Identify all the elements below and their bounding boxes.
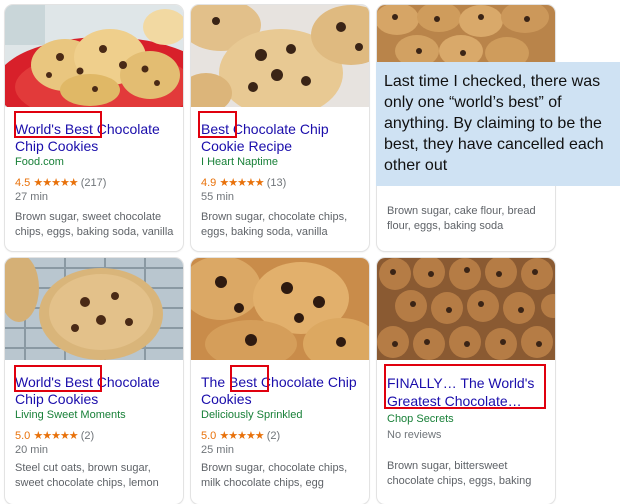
cookie-photo — [377, 258, 555, 360]
highlight-box — [14, 111, 102, 138]
star-rating-icon: ★★★★★ — [33, 177, 78, 189]
star-rating-icon: ★★★★★ — [219, 177, 264, 189]
highlight-box — [230, 365, 269, 392]
highlight-box — [14, 365, 102, 392]
recipe-card[interactable]: The Best Chocolate Chip Cookies Deliciou… — [191, 258, 369, 504]
rating-value: 4.9 — [201, 177, 217, 189]
review-count: (2) — [80, 430, 95, 442]
recipe-rating: 5.0 ★★★★★ (2) — [15, 429, 94, 442]
ingredients: Brown sugar, chocolate chips, eggs, baki… — [201, 211, 348, 238]
cookie-photo — [5, 5, 183, 107]
cook-time: 20 min — [15, 444, 49, 456]
recipe-rating: 4.9 ★★★★★ (13) — [201, 176, 286, 189]
cookie-photo — [191, 5, 369, 107]
recipe-rating: 4.5 ★★★★★ (217) — [15, 176, 106, 189]
recipe-source: Living Sweet Moments — [15, 409, 126, 421]
commentary-callout: Last time I checked, there was only one … — [376, 62, 620, 186]
highlight-box — [384, 364, 546, 409]
rating-value: 4.5 — [15, 177, 31, 189]
rating-value: 5.0 — [201, 430, 217, 442]
star-rating-icon: ★★★★★ — [219, 430, 264, 442]
cookie-photo — [191, 258, 369, 360]
review-status: No reviews — [387, 429, 442, 441]
ingredients: Brown sugar, cake flour, bread flour, eg… — [387, 205, 536, 232]
recipe-title[interactable]: The Best Chocolate Chip Cookies — [201, 374, 363, 408]
recipe-source: I Heart Naptime — [201, 156, 279, 168]
star-rating-icon: ★★★★★ — [33, 430, 78, 442]
ingredients: Brown sugar, sweet chocolate chips, eggs… — [15, 211, 174, 238]
review-count: (2) — [266, 430, 281, 442]
cook-time: 27 min — [15, 191, 49, 203]
recipe-source: Chop Secrets — [387, 413, 454, 425]
ingredients: Brown sugar, chocolate chips, milk choco… — [201, 462, 348, 489]
cookie-photo — [5, 258, 183, 360]
ingredients: Brown sugar, bittersweet chocolate chips… — [387, 460, 532, 487]
ingredients: Steel cut oats, brown sugar, sweet choco… — [15, 462, 159, 489]
recipe-source: Deliciously Sprinkled — [201, 409, 303, 421]
review-count: (13) — [266, 177, 287, 189]
highlight-box — [198, 111, 237, 138]
cook-time: 55 min — [201, 191, 235, 203]
cook-time: 25 min — [201, 444, 235, 456]
recipe-source: Food.com — [15, 156, 64, 168]
rating-value: 5.0 — [15, 430, 31, 442]
cookie-photo — [377, 5, 555, 65]
review-count: (217) — [80, 177, 107, 189]
recipe-rating: 5.0 ★★★★★ (2) — [201, 429, 280, 442]
